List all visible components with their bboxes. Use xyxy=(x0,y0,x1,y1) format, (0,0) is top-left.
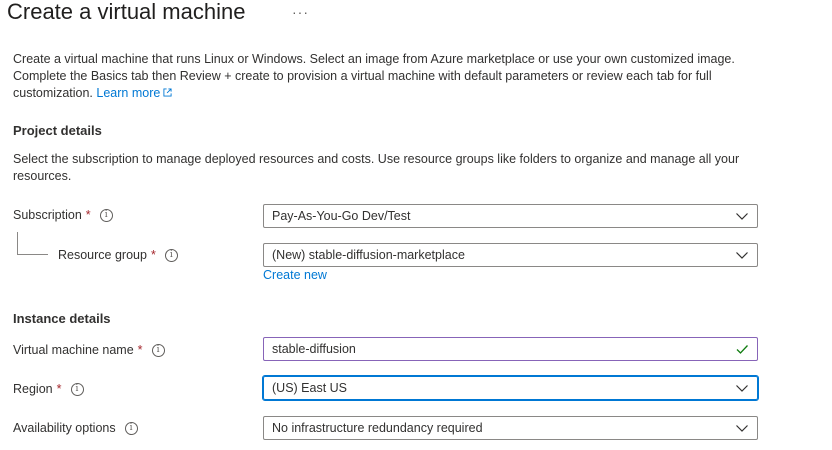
required-marker: * xyxy=(137,343,143,357)
info-icon[interactable]: i xyxy=(151,343,165,357)
vm-name-input[interactable]: stable-diffusion xyxy=(263,337,758,361)
subscription-label: Subscription * i xyxy=(13,208,113,222)
more-options-button[interactable]: ··· xyxy=(292,4,309,20)
project-details-heading: Project details xyxy=(13,123,102,138)
region-dropdown[interactable]: (US) East US xyxy=(262,375,759,401)
page-title: Create a virtual machine xyxy=(7,0,246,24)
subscription-dropdown[interactable]: Pay-As-You-Go Dev/Test xyxy=(263,204,758,228)
tree-connector xyxy=(17,232,48,255)
instance-details-heading: Instance details xyxy=(13,311,111,326)
info-icon[interactable]: i xyxy=(99,208,113,222)
availability-dropdown[interactable]: No infrastructure redundancy required xyxy=(263,416,758,440)
availability-label: Availability options i xyxy=(13,421,138,435)
create-new-link[interactable]: Create new xyxy=(263,268,327,282)
required-marker: * xyxy=(150,248,156,262)
chevron-down-icon xyxy=(736,425,748,432)
project-details-description: Select the subscription to manage deploy… xyxy=(13,152,740,183)
chevron-down-icon xyxy=(736,213,748,220)
info-icon[interactable]: i xyxy=(124,421,138,435)
required-marker: * xyxy=(56,382,62,396)
required-marker: * xyxy=(85,208,91,222)
chevron-down-icon xyxy=(736,252,748,259)
resource-group-dropdown[interactable]: (New) stable-diffusion-marketplace xyxy=(263,243,758,267)
resource-group-label: Resource group * i xyxy=(58,248,178,262)
external-link-icon xyxy=(163,88,172,97)
info-icon[interactable]: i xyxy=(70,382,84,396)
chevron-down-icon xyxy=(736,385,748,392)
info-icon[interactable]: i xyxy=(164,248,178,262)
region-label: Region * i xyxy=(13,382,84,396)
checkmark-icon xyxy=(736,345,748,354)
vm-name-label: Virtual machine name * i xyxy=(13,343,165,357)
intro-description: Create a virtual machine that runs Linux… xyxy=(13,51,753,102)
learn-more-link[interactable]: Learn more xyxy=(96,86,172,100)
